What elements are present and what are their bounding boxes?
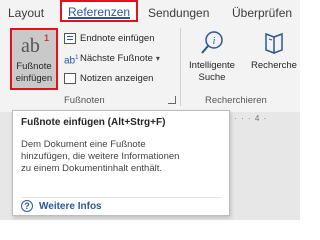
tooltip-title: Fußnote einfügen (Alt+Strg+F) — [21, 117, 166, 128]
tab-ueberpruefen[interactable]: Überprüfen — [232, 6, 292, 20]
researcher-button[interactable]: Recherche — [246, 30, 302, 72]
smart-lookup-button[interactable]: i Intelligente Suche — [184, 30, 240, 84]
chevron-down-icon[interactable]: ▾ — [156, 54, 160, 63]
show-notes-icon — [64, 72, 76, 84]
footnote-icon: ab — [21, 35, 40, 57]
next-footnote-button[interactable]: ab1 Nächste Fußnote ▾ — [64, 50, 160, 66]
tab-sendungen[interactable]: Sendungen — [148, 6, 209, 20]
footnote-tooltip: Fußnote einfügen (Alt+Strg+F) Dem Dokume… — [12, 110, 230, 216]
group-label-research: Recherchieren — [205, 95, 267, 106]
researcher-label: Recherche — [251, 60, 297, 71]
next-footnote-icon: ab1 — [64, 54, 79, 66]
more-info-label: Weitere Infos — [39, 200, 102, 212]
researcher-book-icon — [265, 32, 283, 55]
smart-lookup-label: Intelligente Suche — [189, 60, 235, 83]
more-info-link[interactable]: ? Weitere Infos — [21, 200, 102, 212]
insert-endnote-label: Endnote einfügen — [80, 32, 155, 44]
footnote-superscript-icon: 1 — [44, 33, 50, 43]
active-tab-indicator — [68, 17, 130, 19]
group-divider — [180, 28, 181, 106]
endnote-icon — [64, 32, 76, 44]
tooltip-divider — [21, 197, 221, 198]
smart-lookup-icon: i — [201, 31, 223, 54]
next-footnote-label: Nächste Fußnote — [80, 52, 153, 64]
tab-referenzen[interactable]: Referenzen — [60, 0, 138, 22]
tab-layout[interactable]: Layout — [8, 6, 44, 20]
help-icon: ? — [21, 200, 33, 212]
show-notes-button[interactable]: Notizen anzeigen — [64, 70, 153, 86]
svg-text:i: i — [213, 36, 216, 47]
insert-endnote-button[interactable]: Endnote einfügen — [64, 30, 154, 46]
dialog-launcher-icon[interactable] — [168, 96, 176, 104]
show-notes-label: Notizen anzeigen — [80, 72, 154, 84]
insert-footnote-button[interactable]: ab 1 Fußnote einfügen — [10, 28, 58, 90]
tooltip-body: Dem Dokument eine Fußnote hinzufügen, di… — [21, 139, 180, 174]
group-label-footnotes: Fußnoten — [64, 95, 105, 106]
insert-footnote-label: Fußnote einfügen — [15, 61, 53, 84]
